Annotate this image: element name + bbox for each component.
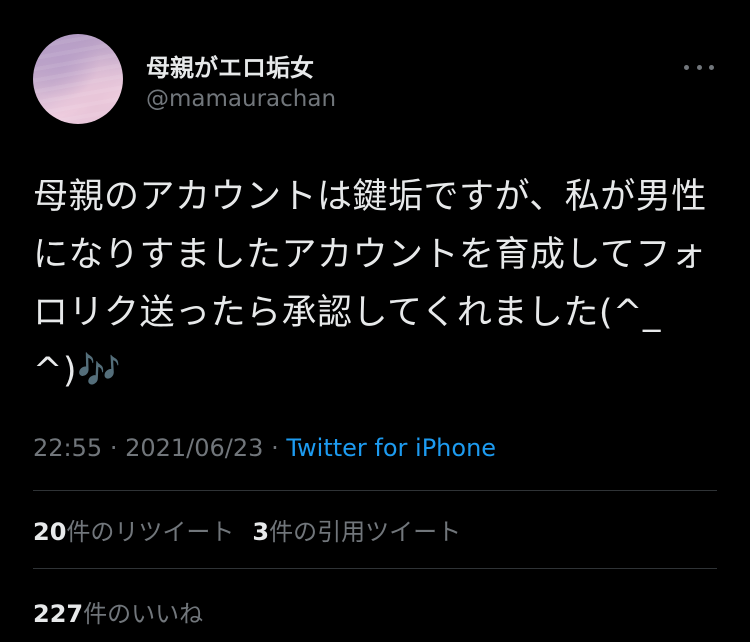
divider xyxy=(33,490,717,491)
tweet-text: 母親のアカウントは鍵垢ですが、私が男性になりすましたアカウントを育成してフォロリ… xyxy=(33,177,707,391)
dot xyxy=(684,64,689,70)
engagement-stats: 20件のリツイート 3件の引用ツイート xyxy=(33,512,461,547)
tweet-date: 2021/06/23 xyxy=(125,434,264,462)
author-handle[interactable]: @mamaurachan xyxy=(146,86,336,112)
tweet-meta: 22:55 · 2021/06/23 · Twitter for iPhone xyxy=(33,434,496,462)
dot xyxy=(696,64,702,70)
quotes-label: 件の引用ツイート xyxy=(269,518,462,546)
likes-label: 件のいいね xyxy=(83,600,204,628)
dot xyxy=(709,64,714,70)
meta-separator: · xyxy=(109,434,118,462)
retweets-label: 件のリツイート xyxy=(66,518,235,546)
likes-stat[interactable]: 227件のいいね xyxy=(33,600,203,628)
quotes-stat[interactable]: 3件の引用ツイート xyxy=(252,518,461,546)
retweets-count: 20 xyxy=(33,518,67,546)
tweet-source-link[interactable]: Twitter for iPhone xyxy=(286,434,496,462)
author-display-name[interactable]: 母親がエロ垢女 xyxy=(146,48,314,83)
divider xyxy=(33,568,717,569)
meta-separator: · xyxy=(271,434,279,462)
more-horizontal-icon[interactable] xyxy=(684,60,714,74)
retweets-stat[interactable]: 20件のリツイート xyxy=(33,518,234,546)
likes-stats: 227件のいいね xyxy=(33,594,203,629)
quotes-count: 3 xyxy=(252,518,270,546)
avatar[interactable] xyxy=(33,34,123,124)
tweet-time: 22:55 xyxy=(33,434,103,462)
likes-count: 227 xyxy=(33,600,84,628)
